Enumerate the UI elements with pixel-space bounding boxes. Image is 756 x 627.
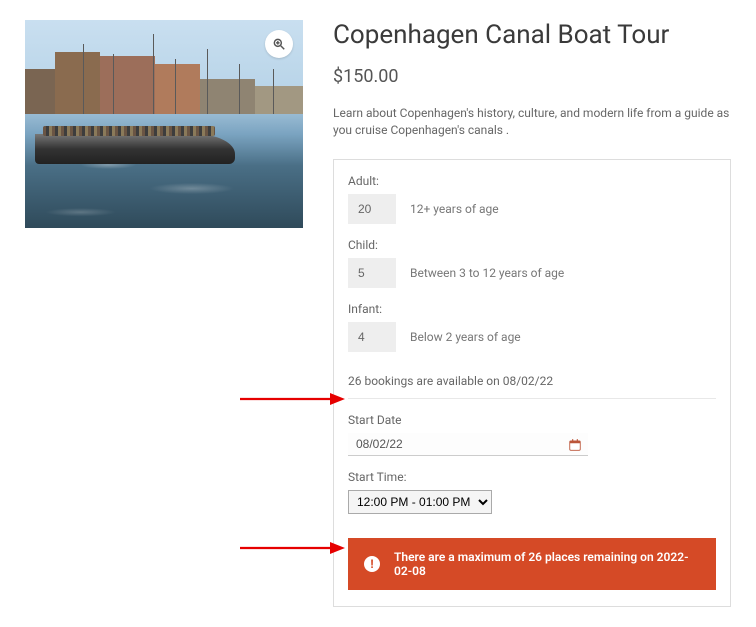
start-date-label: Start Date <box>348 413 716 427</box>
alert-icon: ! <box>364 556 380 572</box>
start-date-input[interactable] <box>356 437 568 451</box>
zoom-icon[interactable] <box>265 30 293 58</box>
child-label: Child: <box>348 238 716 252</box>
alert-text: There are a maximum of 26 places remaini… <box>394 550 700 578</box>
start-time-label: Start Time: <box>348 470 716 484</box>
calendar-icon[interactable] <box>568 437 582 451</box>
adult-label: Adult: <box>348 174 716 188</box>
availability-text: 26 bookings are available on 08/02/22 <box>348 366 716 399</box>
alert-banner: ! There are a maximum of 26 places remai… <box>348 538 716 590</box>
product-description: Learn about Copenhagen's history, cultur… <box>333 105 731 139</box>
child-input[interactable] <box>348 258 396 288</box>
product-image[interactable] <box>25 20 303 228</box>
infant-label: Infant: <box>348 302 716 316</box>
start-time-select[interactable]: 12:00 PM - 01:00 PM <box>348 490 492 514</box>
product-title: Copenhagen Canal Boat Tour <box>333 20 731 50</box>
booking-form: Adult: 12+ years of age Child: Between 3… <box>333 159 731 607</box>
infant-hint: Below 2 years of age <box>410 330 521 344</box>
infant-input[interactable] <box>348 322 396 352</box>
adult-input[interactable] <box>348 194 396 224</box>
adult-hint: 12+ years of age <box>410 202 499 216</box>
product-price: $150.00 <box>333 66 731 87</box>
child-hint: Between 3 to 12 years of age <box>410 266 564 280</box>
